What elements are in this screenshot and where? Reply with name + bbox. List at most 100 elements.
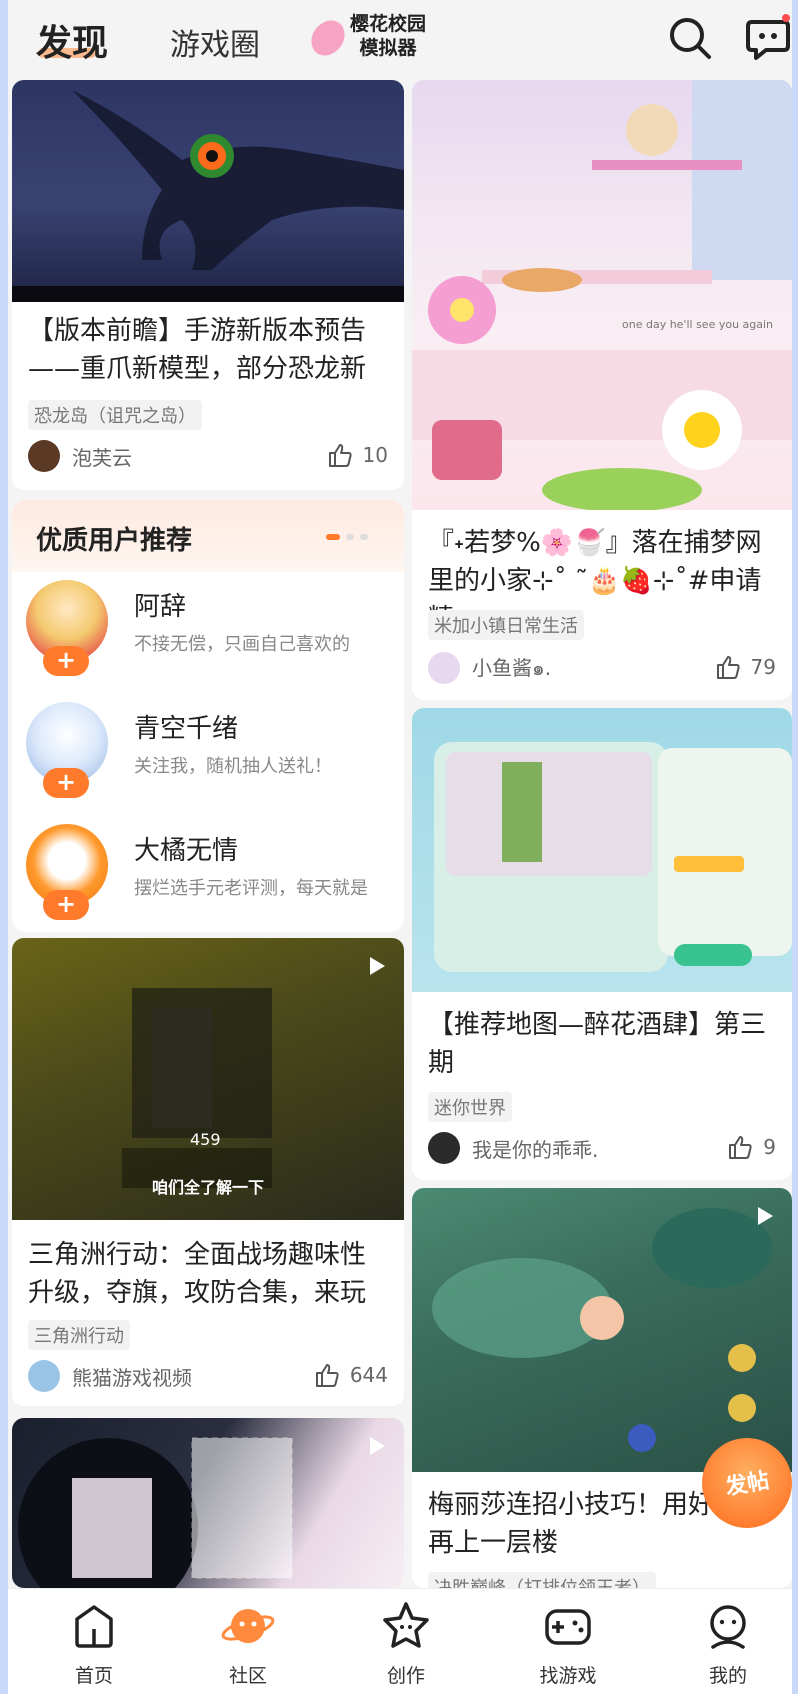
thumbs-up-icon	[315, 1364, 339, 1387]
card-cover-video	[12, 1418, 404, 1588]
card-game-tag[interactable]: 三角洲行动	[28, 1320, 130, 1350]
video-overlay-number: 459	[190, 1130, 221, 1149]
card-cover-image: one day he'll see you again	[412, 80, 792, 510]
recommend-title: 优质用户推荐	[36, 526, 193, 556]
anime-scene	[18, 1437, 293, 1588]
thumbs-up-icon	[729, 1136, 752, 1159]
thumbs-up-icon	[328, 444, 352, 467]
card-game-tag[interactable]: 恐龙岛（诅咒之岛）	[28, 400, 202, 430]
avatar	[28, 1360, 60, 1392]
left-frame-border	[0, 0, 8, 1694]
feed-card-dinosaur[interactable]: 【版本前瞻】手游新版本预告——重爪新模型，部分恐龙新 恐龙岛（诅咒之岛） 泡芙云…	[12, 80, 404, 490]
like-count: 9	[763, 1135, 776, 1159]
top-bar: 发现 游戏圈 樱花校园模拟器	[8, 0, 792, 80]
carousel-dot-active	[326, 534, 340, 540]
avatar	[428, 1132, 460, 1164]
nav-label: 我的	[708, 1665, 747, 1687]
like-button[interactable]: 79	[715, 654, 776, 680]
card-author[interactable]: 熊猫游戏视频	[28, 1360, 192, 1392]
follow-button[interactable]: +	[43, 646, 89, 676]
carousel-indicator	[326, 534, 368, 540]
like-count: 10	[362, 443, 388, 467]
carousel-dot	[360, 534, 368, 540]
card-author[interactable]: 泡芙云	[28, 440, 132, 472]
follow-button[interactable]: +	[43, 768, 89, 798]
user-description: 关注我，随机抽人送礼！	[134, 756, 332, 777]
card-author[interactable]: 我是你的乖乖.	[428, 1132, 598, 1164]
nav-item-create[interactable]: 创作	[346, 1599, 466, 1688]
sakura-petal-icon	[304, 15, 352, 61]
image-caption-text: one day he'll see you again	[622, 318, 774, 331]
bottom-navigation: 首页 社区 创作 找游戏 我的	[8, 1588, 792, 1694]
nav-label: 找游戏	[539, 1665, 597, 1687]
video-overlay-caption: 咱们全了解一下	[152, 1178, 265, 1197]
card-cover-video: 459 咱们全了解一下	[12, 938, 404, 1220]
dinosaur-illustration	[12, 90, 404, 302]
like-button[interactable]: 10	[327, 442, 388, 468]
user-description: 摆烂选手元老评测，每天就是	[134, 878, 368, 899]
author-name: 我是你的乖乖.	[472, 1137, 599, 1162]
map-preview	[434, 742, 792, 972]
card-game-tag[interactable]: 决胜巅峰（打排位领王者）	[428, 1572, 656, 1588]
home-icon	[75, 1605, 113, 1648]
feed-card-anime-video[interactable]	[12, 1418, 404, 1588]
feed-card-mini-world[interactable]: 【推荐地图—醉花酒肆】第三期 迷你世界 我是你的乖乖. 9	[412, 708, 792, 1180]
like-count: 644	[349, 1363, 388, 1387]
nav-item-me[interactable]: 我的	[668, 1599, 788, 1688]
feed-card-delta-force[interactable]: 459 咱们全了解一下 三角洲行动：全面战场趣味性升级，夺旗，攻防合集，来玩 三…	[12, 938, 404, 1406]
profile-icon	[710, 1605, 746, 1649]
feed-card-honor-of-kings[interactable]: 梅丽莎连招小技巧！用好伤害再上一层楼 决胜巅峰（打排位领王者）	[412, 1188, 792, 1588]
planet-icon	[221, 1609, 275, 1643]
author-name: 小鱼酱๑.	[472, 656, 552, 680]
moba-gameplay	[432, 1208, 772, 1452]
publish-post-button[interactable]: 发帖	[702, 1438, 792, 1528]
gamepad-icon	[545, 1609, 591, 1645]
search-button[interactable]	[666, 14, 714, 62]
user-name: 青空千绪	[134, 714, 239, 744]
sakura-logo-text: 樱花校园模拟器	[349, 13, 426, 59]
card-cover-video	[412, 1188, 792, 1472]
recommended-user[interactable]: + 青空千绪 关注我，随机抽人送礼！	[26, 702, 396, 812]
star-icon	[383, 1602, 429, 1648]
play-icon	[370, 957, 385, 975]
recommended-users-panel: 优质用户推荐 + 阿辞 不接无偿，只画自己喜欢的 + 青空千绪 关注我，随机抽人…	[12, 500, 404, 932]
nav-item-home[interactable]: 首页	[34, 1599, 154, 1688]
search-icon	[670, 18, 711, 59]
nav-item-community[interactable]: 社区	[188, 1599, 308, 1688]
feed-card-mijia-home[interactable]: one day he'll see you again 『˖若梦%🌸🍧』落在捕梦…	[412, 80, 792, 700]
tab-discover[interactable]: 发现	[36, 14, 108, 66]
thumbs-up-icon	[716, 656, 740, 679]
user-description: 不接无偿，只画自己喜欢的	[134, 634, 350, 655]
play-icon	[370, 1437, 385, 1455]
card-author[interactable]: 小鱼酱๑.	[428, 652, 551, 684]
card-cover-image	[412, 708, 792, 992]
avatar	[428, 652, 460, 684]
user-name: 阿辞	[134, 592, 187, 622]
like-button[interactable]: 644	[314, 1362, 388, 1388]
nav-label: 社区	[228, 1665, 267, 1687]
card-cover-image	[12, 80, 404, 302]
recommended-user[interactable]: + 阿辞 不接无偿，只画自己喜欢的	[26, 580, 396, 690]
card-title: 【推荐地图—醉花酒肆】第三期	[428, 1010, 767, 1078]
room-illustration	[412, 80, 792, 510]
unread-dot	[782, 14, 790, 22]
recommended-user[interactable]: + 大橘无情 摆烂选手元老评测，每天就是	[26, 824, 396, 932]
sakura-school-logo[interactable]: 樱花校园模拟器	[304, 12, 428, 62]
message-button[interactable]	[744, 14, 792, 62]
publish-label: 发帖	[723, 1468, 772, 1501]
right-frame-border	[792, 0, 798, 1694]
nav-item-find-games[interactable]: 找游戏	[508, 1599, 628, 1688]
card-title: 三角洲行动：全面战场趣味性升级，夺旗，攻防合集，来玩	[28, 1240, 367, 1308]
author-name: 泡芙云	[72, 445, 132, 470]
tab-game-circle[interactable]: 游戏圈	[170, 20, 260, 64]
play-icon	[758, 1207, 773, 1225]
follow-button[interactable]: +	[43, 890, 89, 920]
card-game-tag[interactable]: 米加小镇日常生活	[428, 610, 584, 640]
nav-label: 创作	[386, 1665, 425, 1687]
card-title: 【版本前瞻】手游新版本预告——重爪新模型，部分恐龙新	[28, 316, 367, 384]
like-button[interactable]: 9	[727, 1134, 776, 1160]
avatar	[28, 440, 60, 472]
user-name: 大橘无情	[134, 836, 239, 866]
card-game-tag[interactable]: 迷你世界	[428, 1092, 512, 1122]
like-count: 79	[750, 655, 776, 679]
